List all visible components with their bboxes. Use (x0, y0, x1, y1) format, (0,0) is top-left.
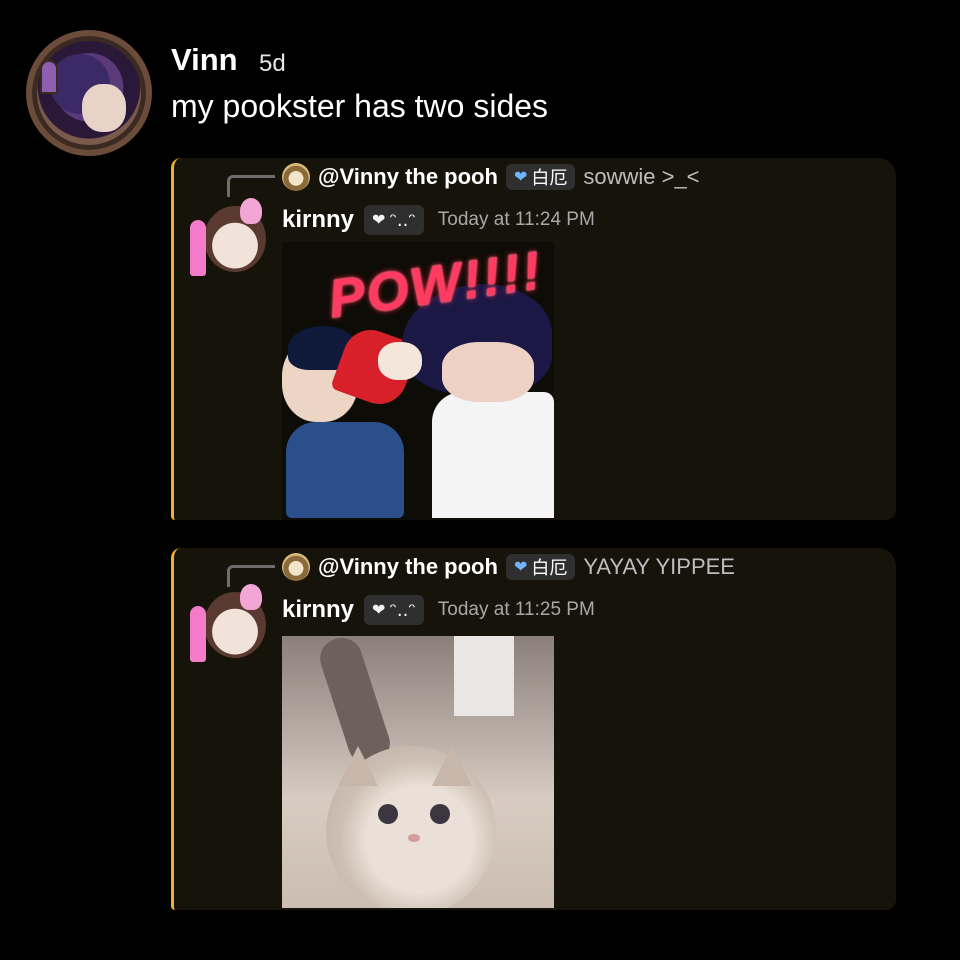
embedded-message-2[interactable]: @Vinny the pooh ❤ 白厄 YAYAY YIPPEE kirnny… (171, 548, 896, 910)
reply-preview[interactable]: @Vinny the pooh ❤ 白厄 sowwie >_< (282, 162, 700, 192)
cat-eye (430, 804, 450, 824)
embedded-message-1[interactable]: @Vinny the pooh ❤ 白厄 sowwie >_< kirnny ❤… (171, 158, 896, 520)
sticker-hand (378, 342, 422, 380)
author-avatar[interactable] (26, 30, 152, 156)
message-header: kirnny ❤ ᵔ..ᵔ Today at 11:24 PM (282, 204, 595, 236)
username[interactable]: kirnny (282, 596, 354, 624)
reply-username[interactable]: @Vinny the pooh (318, 164, 498, 190)
reply-tag-text: 白厄 (531, 168, 568, 189)
avatar-face (82, 84, 126, 132)
sticker-figure-right (432, 392, 554, 518)
user-tag-chip: ❤ ᵔ..ᵔ (364, 205, 424, 235)
reply-tag-chip: ❤ 白厄 (505, 554, 576, 580)
post-text: my pookster has two sides (171, 88, 549, 124)
sticker-figure-right-face (442, 342, 534, 402)
user-tag-text: ᵔ..ᵔ (389, 599, 416, 621)
reply-preview[interactable]: @Vinny the pooh ❤ 白厄 YAYAY YIPPEE (282, 552, 735, 582)
reply-content: YAYAY YIPPEE (583, 554, 735, 579)
reply-tag-chip: ❤ 白厄 (505, 164, 576, 190)
reply-username[interactable]: @Vinny the pooh (318, 554, 498, 580)
user-avatar[interactable] (190, 198, 266, 276)
user-avatar[interactable] (190, 584, 266, 662)
author-name[interactable]: Vinn (171, 42, 238, 78)
reply-connector (227, 175, 275, 197)
sticker-figure-left (286, 422, 404, 518)
avatar-frame-decoration (40, 60, 58, 94)
cat-ear (432, 746, 472, 786)
cat-gif[interactable] (282, 636, 554, 908)
cat-ear (338, 746, 378, 786)
cat-nose (408, 834, 420, 842)
reply-content: sowwie >_< (583, 164, 700, 189)
message-view: Vinn 5d my pookster has two sides @Vinny… (0, 0, 960, 960)
reply-tag-text: 白厄 (531, 558, 568, 579)
post-timestamp: 5d (259, 50, 286, 77)
heart-icon: ❤ (372, 212, 386, 229)
message-timestamp: Today at 11:25 PM (437, 599, 595, 620)
cat-eye (378, 804, 398, 824)
reply-avatar (282, 553, 310, 581)
reply-avatar (282, 163, 310, 191)
heart-icon: ❤ (372, 602, 386, 619)
cup-decoration (190, 220, 206, 276)
message-timestamp: Today at 11:24 PM (437, 209, 595, 230)
cup-decoration (190, 606, 206, 662)
sticker-image[interactable]: POW!!!! (282, 242, 554, 520)
gif-background-door (454, 636, 514, 716)
bunny-decoration (240, 198, 262, 224)
user-tag-text: ᵔ..ᵔ (389, 209, 416, 231)
heart-icon: ❤ (513, 169, 528, 186)
message-header: kirnny ❤ ᵔ..ᵔ Today at 11:25 PM (282, 594, 595, 626)
user-tag-chip: ❤ ᵔ..ᵔ (364, 595, 424, 625)
heart-icon: ❤ (513, 559, 528, 576)
username[interactable]: kirnny (282, 206, 354, 234)
bunny-decoration (240, 584, 262, 610)
